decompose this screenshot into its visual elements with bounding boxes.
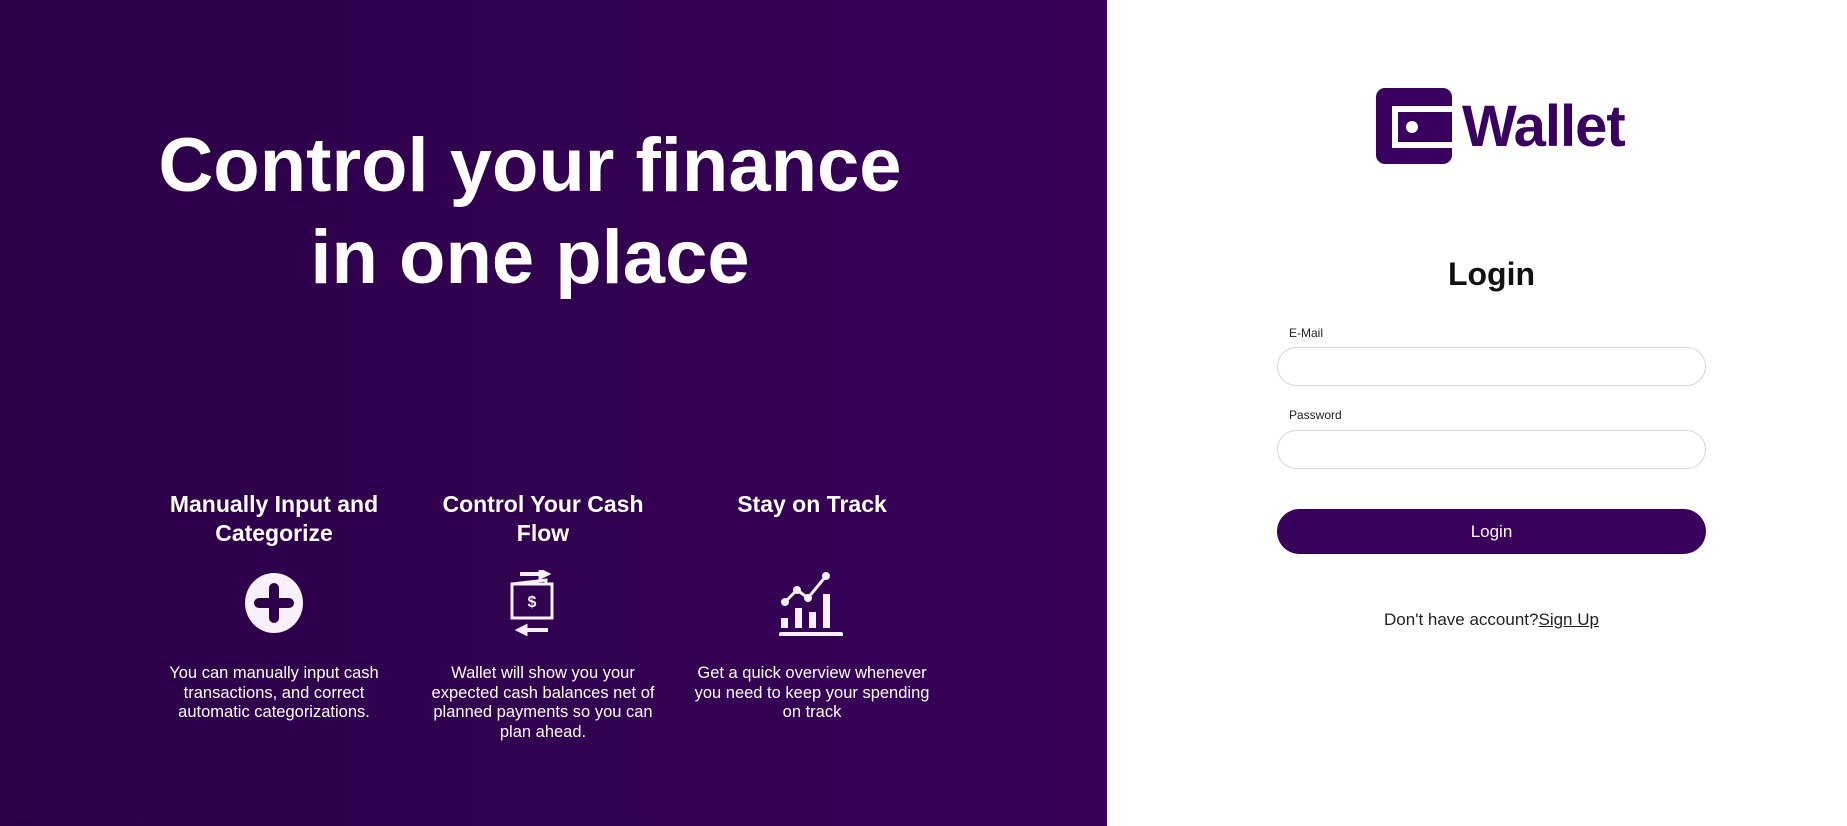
email-label: E-Mail xyxy=(1289,326,1324,340)
cash-flow-icon: $ xyxy=(510,570,554,636)
feature-manual-input: Manually Input and Categorize You can ma… xyxy=(154,490,394,723)
feature-description: Get a quick overview whenever you need t… xyxy=(694,664,930,721)
signup-prompt-text: Don't have account? xyxy=(1384,610,1539,629)
svg-text:$: $ xyxy=(528,594,537,611)
feature-description: Wallet will show you your expected cash … xyxy=(431,664,655,741)
login-title: Login xyxy=(1447,256,1536,292)
login-button[interactable]: Login xyxy=(1277,509,1706,554)
email-input[interactable] xyxy=(1277,347,1706,386)
hero-headline: Control your finance in one place xyxy=(158,123,902,300)
signup-prompt: Don't have account?Sign Up xyxy=(1277,610,1706,630)
brand-name: Wallet xyxy=(1462,93,1626,159)
password-label: Password xyxy=(1289,408,1342,422)
plus-circle-icon xyxy=(245,573,303,633)
wallet-logo: Wallet xyxy=(1376,88,1626,164)
feature-title: Stay on Track xyxy=(737,491,887,517)
feature-description: You can manually input cash transactions… xyxy=(169,664,379,721)
chart-growth-icon xyxy=(779,572,843,636)
hero-panel: Control your finance in one place Manuall… xyxy=(0,0,1107,826)
feature-title: Control Your Cash Flow xyxy=(442,491,644,546)
wallet-icon xyxy=(1376,88,1452,164)
feature-title: Manually Input and Categorize xyxy=(169,491,379,546)
feature-cash-flow: Control Your Cash Flow $ Wallet will sho… xyxy=(423,490,663,742)
signup-link[interactable]: Sign Up xyxy=(1538,610,1598,629)
feature-stay-on-track: Stay on Track Get a quick overview whene… xyxy=(692,490,932,723)
password-input[interactable] xyxy=(1277,430,1706,469)
